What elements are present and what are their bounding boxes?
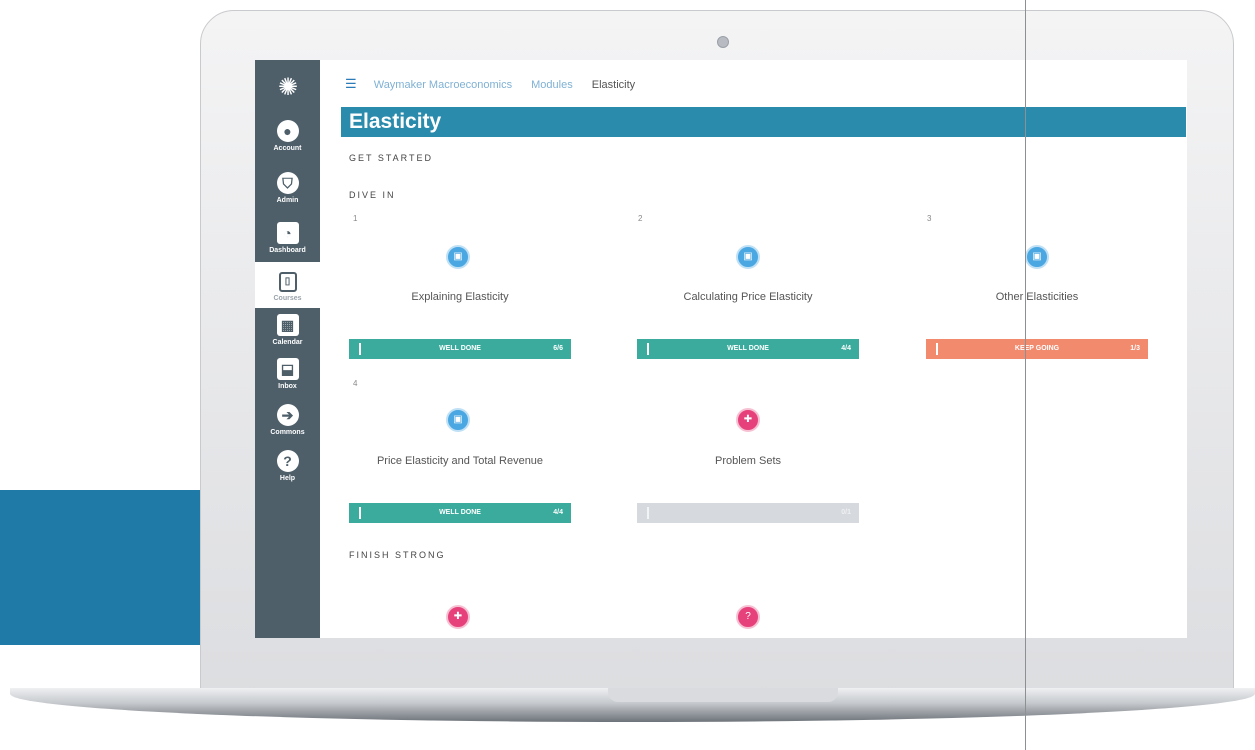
section-finish-strong: FINISH STRONG	[349, 550, 446, 560]
progress-count: 1/3	[1130, 345, 1140, 352]
logo-icon[interactable]: ✺	[275, 75, 301, 101]
progress-status: WELL DONE	[439, 345, 481, 352]
user-icon: ●	[276, 120, 299, 142]
module-icon: ▣	[736, 245, 760, 269]
module-title[interactable]: Price Elasticity and Total Revenue	[340, 455, 580, 467]
divider-line	[1025, 0, 1026, 750]
nav-item-admin[interactable]: ⛉ Admin	[255, 172, 320, 218]
progress-count: 6/6	[553, 345, 563, 352]
finish-plus-icon[interactable]: ✚	[446, 605, 470, 629]
inbox-icon: ⬓	[276, 358, 299, 380]
help-icon: ?	[276, 450, 299, 472]
nav-item-label: Commons	[270, 429, 305, 436]
module-title[interactable]: Other Elasticities	[917, 291, 1157, 303]
progress-status: KEEP GOING	[1014, 345, 1060, 352]
nav-item-label: Help	[279, 475, 296, 482]
nav-item-label: Courses	[273, 295, 302, 302]
progress-count: 4/4	[553, 509, 563, 516]
finish-help-icon[interactable]: ?	[736, 605, 760, 629]
webcam	[717, 36, 729, 48]
module-title[interactable]: Problem Sets	[628, 455, 868, 467]
nav-item-label: Account	[273, 145, 302, 152]
module-icon: ▣	[446, 245, 470, 269]
module-progress-bar[interactable]: WELL DONE 4/4	[349, 503, 571, 523]
module-number: 2	[638, 214, 643, 223]
progress-count: 0/1	[841, 509, 851, 516]
section-get-started[interactable]: GET STARTED	[349, 153, 433, 163]
commons-icon: ➔	[276, 404, 299, 426]
gauge-icon: ◔	[276, 222, 299, 244]
progress-status: WELL DONE	[727, 345, 769, 352]
laptop-hinge	[608, 688, 838, 702]
nav-item-label: Calendar	[272, 339, 303, 346]
section-dive-in: DIVE IN	[349, 190, 396, 200]
page-title: Elasticity	[341, 107, 1186, 137]
module-number: 1	[353, 214, 358, 223]
nav-item-help[interactable]: ? Help	[255, 450, 320, 496]
nav-item-label: Inbox	[278, 383, 297, 390]
module-icon: ▣	[1025, 245, 1049, 269]
global-nav: ✺ ● Account ⛉ Admin ◔ Dashboard ▯ Course…	[255, 60, 320, 638]
nav-item-label: Admin	[276, 197, 299, 204]
breadcrumb-current: Elasticity	[591, 79, 636, 91]
module-progress-bar[interactable]: KEEP GOING 1/3	[926, 339, 1148, 359]
nav-item-inbox[interactable]: ⬓ Inbox	[255, 358, 320, 404]
nav-item-courses[interactable]: ▯ Courses	[255, 262, 320, 308]
progress-count: 4/4	[841, 345, 851, 352]
nav-item-commons[interactable]: ➔ Commons	[255, 404, 320, 450]
breadcrumb-modules[interactable]: Modules	[531, 79, 573, 91]
module-progress-bar[interactable]: 0/1	[637, 503, 859, 523]
app-screen: ✺ ● Account ⛉ Admin ◔ Dashboard ▯ Course…	[255, 60, 1187, 638]
progress-tick	[647, 507, 649, 519]
progress-status: WELL DONE	[439, 509, 481, 516]
module-progress-bar[interactable]: WELL DONE 6/6	[349, 339, 571, 359]
problem-set-icon: ✚	[736, 408, 760, 432]
module-progress-bar[interactable]: WELL DONE 4/4	[637, 339, 859, 359]
background-accent-block	[0, 490, 205, 645]
breadcrumb-course[interactable]: Waymaker Macroeconomics	[374, 79, 512, 91]
book-icon: ▯	[278, 272, 297, 292]
nav-item-calendar[interactable]: ▦ Calendar	[255, 314, 320, 360]
nav-item-account[interactable]: ● Account	[255, 120, 320, 166]
nav-item-label: Dashboard	[269, 247, 306, 254]
breadcrumb: ☰ Waymaker Macroeconomics Modules Elasti…	[345, 76, 635, 92]
module-title[interactable]: Explaining Elasticity	[340, 291, 580, 303]
module-title[interactable]: Calculating Price Elasticity	[628, 291, 868, 303]
hamburger-menu-icon[interactable]: ☰	[345, 76, 357, 91]
shield-icon: ⛉	[276, 172, 299, 194]
module-number: 3	[927, 214, 932, 223]
calendar-icon: ▦	[276, 314, 299, 336]
module-number: 4	[353, 379, 358, 388]
module-icon: ▣	[446, 408, 470, 432]
